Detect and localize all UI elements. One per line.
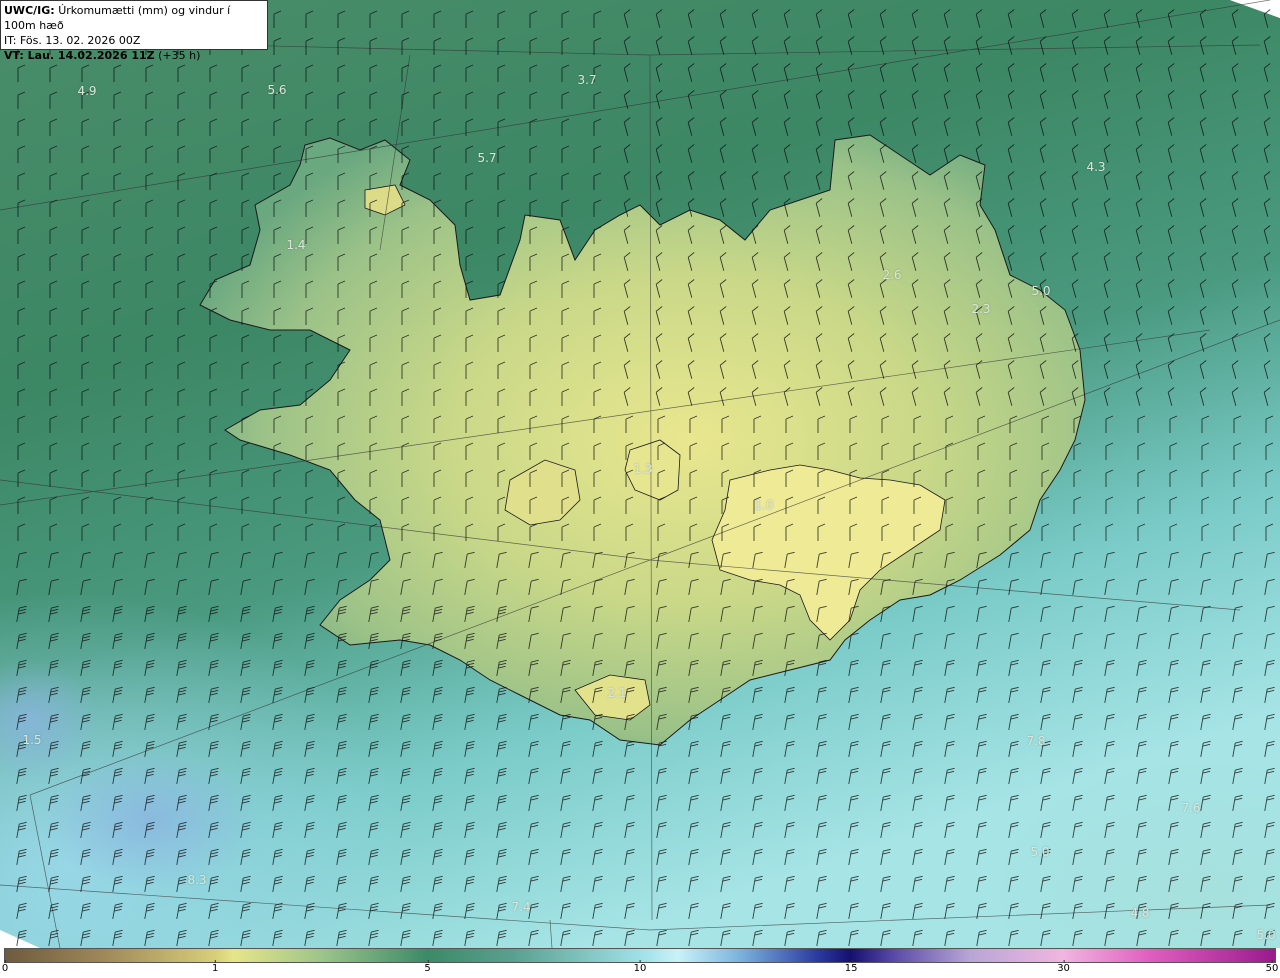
colorbar-tick-label: 0 (1, 960, 9, 974)
map-area[interactable]: 4.9 5.6 3.7 5.7 4.3 2.6 5.0 2.3 1.4 1.3 1.0 2.1 7.8 7… (0, 0, 1280, 948)
precip-value-label: 3.7 (577, 73, 597, 87)
product-label: UWC/IG: (4, 4, 55, 17)
precip-value-label: 1.3 (633, 462, 653, 476)
colorbar-tick-label: 10 (633, 960, 647, 974)
valid-time: VT: Lau. 14.02.2026 11Z (4, 49, 155, 62)
precip-value-label: 1.4 (286, 238, 306, 252)
precip-value-label: 4.9 (77, 84, 97, 98)
colorbar-tick-label: 1 (211, 960, 219, 974)
blue-patch (40, 750, 260, 890)
precip-value-label: 4.3 (1086, 160, 1106, 174)
precip-value-label: 5.0 (1031, 284, 1051, 298)
precip-value-label: 7.4 (511, 900, 531, 914)
precip-value-label: 5.7 (477, 151, 497, 165)
precip-value-label: 4.8 (1130, 906, 1150, 920)
precip-value-label: 5.0 (1256, 928, 1276, 942)
colorbar-tick-label: 50 (1265, 960, 1279, 974)
precip-value-label: 2.6 (882, 268, 902, 282)
colorbar: 0 1 5 10 15 30 50 (0, 948, 1280, 978)
lead-time: (+35 h) (158, 49, 201, 62)
precip-value-label: 7.8 (1026, 734, 1046, 748)
precip-value-label: 8.3 (187, 873, 207, 887)
colorbar-tick-label: 5 (424, 960, 431, 974)
colorbar-tick-label: 15 (844, 960, 858, 974)
title-line-1: UWC/IG: Úrkomumætti (mm) og vindur í 100… (4, 3, 264, 33)
colorbar-tick-label: 30 (1057, 960, 1070, 974)
precip-value-label: 1.5 (22, 733, 42, 747)
precip-value-label: 1.0 (754, 498, 774, 512)
precip-value-label: 5.6 (267, 83, 287, 97)
init-time: IT: Fös. 13. 02. 2026 00Z (4, 34, 141, 47)
valid-time-line: VT: Lau. 14.02.2026 11Z (+35 h) (4, 48, 264, 63)
precip-value-label: 2.3 (971, 302, 991, 316)
title-box: UWC/IG: Úrkomumætti (mm) og vindur í 100… (0, 0, 268, 62)
precip-value-label: 2.1 (607, 686, 627, 700)
precip-value-label: 7.6 (1181, 801, 1201, 815)
precip-value-label: 5.0 (1030, 845, 1050, 859)
